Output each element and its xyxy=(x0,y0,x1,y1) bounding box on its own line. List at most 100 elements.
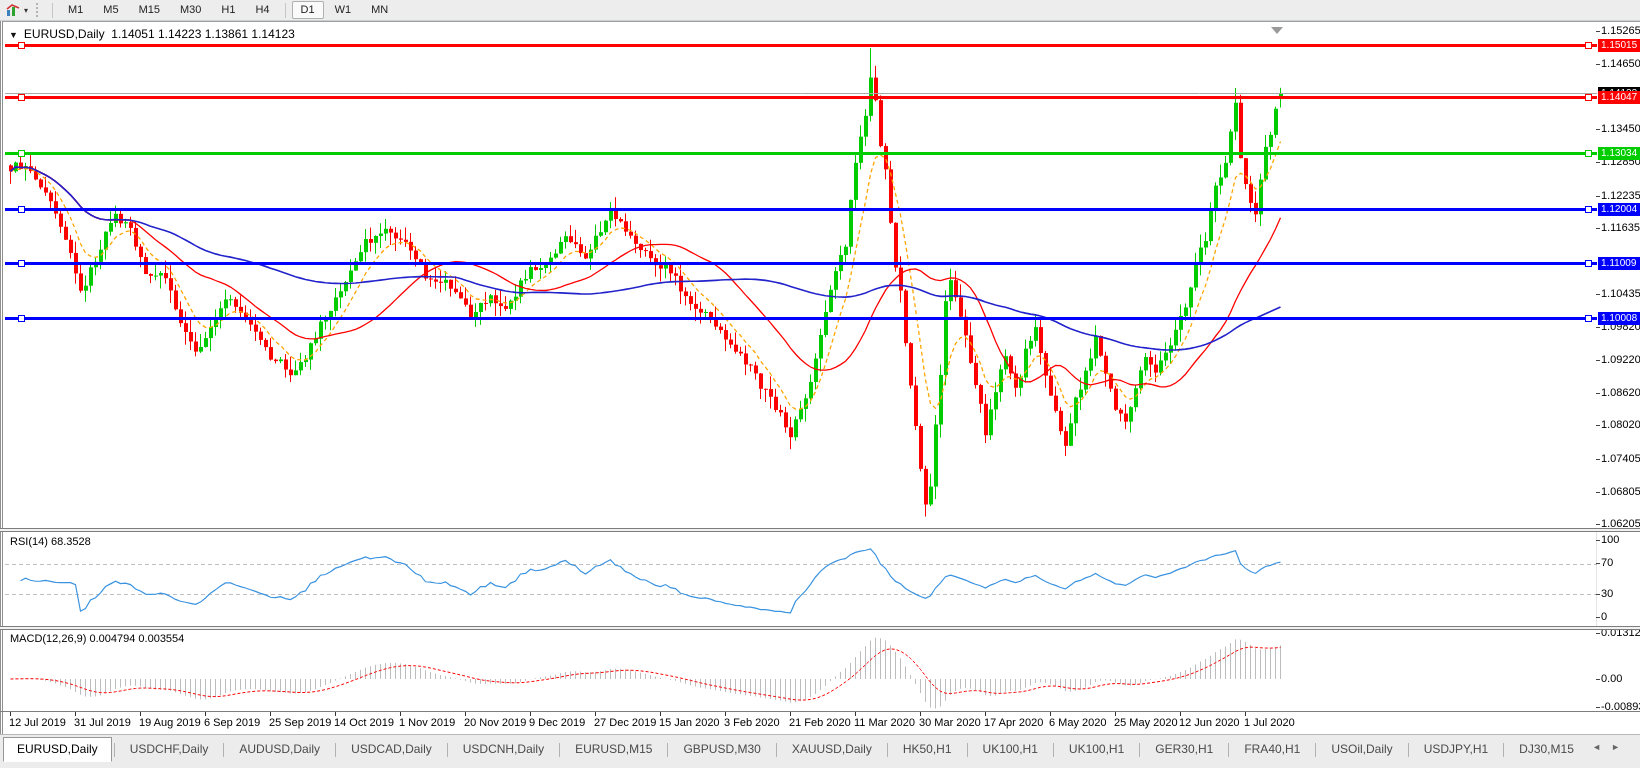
timeframe-button-m15[interactable]: M15 xyxy=(130,1,169,19)
chart-tools-icon[interactable] xyxy=(4,3,22,18)
tab-separator xyxy=(1503,743,1505,757)
date-axis-label: 6 May 2020 xyxy=(1049,717,1107,729)
tab-separator xyxy=(1315,743,1317,757)
date-axis-label: 12 Jul 2019 xyxy=(9,717,66,729)
date-tick xyxy=(660,712,661,716)
date-axis-label: 31 Jul 2019 xyxy=(74,717,131,729)
date-axis-label: 6 Sep 2019 xyxy=(204,717,261,729)
tab-separator xyxy=(886,743,888,757)
date-axis-label: 1 Jul 2020 xyxy=(1244,717,1295,729)
timeframe-button-d1[interactable]: D1 xyxy=(291,1,324,19)
date-axis-label: 27 Dec 2019 xyxy=(594,717,657,729)
rsi-header: RSI(14) 68.3528 xyxy=(10,536,91,548)
date-tick xyxy=(10,712,11,716)
date-axis-label: 19 Aug 2019 xyxy=(139,717,201,729)
chart-tab-gbpusd-m30[interactable]: GBPUSD,M30 xyxy=(670,738,773,761)
toolbar-separator xyxy=(52,2,54,18)
date-axis-label: 12 Jun 2020 xyxy=(1179,717,1240,729)
tab-separator xyxy=(113,743,115,757)
date-axis-label: 30 Mar 2020 xyxy=(919,717,981,729)
mt4-window: { "toolbar": { "timeframes": ["M1","M5",… xyxy=(0,0,1640,768)
price-axis-label: 1.08620 xyxy=(1596,386,1640,399)
chart-ohlc-values: 1.14051 1.14223 1.13861 1.14123 xyxy=(111,27,295,41)
main-price-chart[interactable] xyxy=(5,23,1597,528)
rsi-axis-label: 0 xyxy=(1595,610,1608,623)
price-tag-1.15015: 1.15015 xyxy=(1598,39,1640,52)
date-tick xyxy=(790,712,791,716)
date-tick xyxy=(75,712,76,716)
price-axis-label: 1.11635 xyxy=(1596,222,1640,235)
price-axis-label: 1.13450 xyxy=(1596,123,1640,136)
rsi-indicator-panel[interactable] xyxy=(5,532,1597,626)
tab-separator xyxy=(446,743,448,757)
chart-tab-usdcad-daily[interactable]: USDCAD,Daily xyxy=(338,738,445,761)
price-axis-label: 1.09220 xyxy=(1596,354,1640,367)
timeframe-button-h4[interactable]: H4 xyxy=(246,1,278,19)
date-tick xyxy=(595,712,596,716)
chart-tab-dj30-m15[interactable]: DJ30,M15 xyxy=(1506,738,1587,761)
date-tick xyxy=(465,712,466,716)
price-tag-1.11009: 1.11009 xyxy=(1598,257,1640,270)
date-tick xyxy=(920,712,921,716)
chart-tab-audusd-daily[interactable]: AUDUSD,Daily xyxy=(226,738,333,761)
panel-splitter-macd[interactable] xyxy=(0,626,1640,630)
date-axis-label: 14 Oct 2019 xyxy=(334,717,394,729)
chart-tab-xauusd-daily[interactable]: XAUUSD,Daily xyxy=(779,738,885,761)
panel-splitter-rsi[interactable] xyxy=(0,528,1640,532)
price-axis-label: 1.10435 xyxy=(1596,287,1640,300)
date-axis-label: 17 Apr 2020 xyxy=(984,717,1044,729)
price-tag-1.14047: 1.14047 xyxy=(1598,91,1640,104)
chart-tab-eurusd-daily[interactable]: EURUSD,Daily xyxy=(3,737,112,762)
chart-dropdown-icon[interactable]: ▼ xyxy=(9,30,18,40)
date-axis-label: 11 Mar 2020 xyxy=(854,717,915,729)
tab-separator xyxy=(1139,743,1141,757)
price-axis-label: 1.07405 xyxy=(1596,453,1640,466)
timeframe-button-m5[interactable]: M5 xyxy=(94,1,127,19)
tab-scroll-arrows: ◄► xyxy=(1592,742,1630,752)
date-tick xyxy=(1245,712,1246,716)
timeframe-button-m1[interactable]: M1 xyxy=(59,1,92,19)
date-tick xyxy=(1180,712,1181,716)
date-axis-label: 1 Nov 2019 xyxy=(399,717,456,729)
tab-scroll-right-button[interactable]: ► xyxy=(1611,742,1630,752)
date-axis-label: 15 Jan 2020 xyxy=(659,717,720,729)
chart-tab-usdchf-daily[interactable]: USDCHF,Daily xyxy=(117,738,222,761)
macd-indicator-panel[interactable] xyxy=(5,630,1597,711)
price-axis-label: 1.12235 xyxy=(1596,189,1640,202)
rsi-axis-label: 30 xyxy=(1595,587,1614,600)
chart-tab-usdjpy-h1[interactable]: USDJPY,H1 xyxy=(1411,738,1501,761)
top-toolbar: ▾ M1 M5 M15 M30 H1 H4 D1 W1 MN xyxy=(0,0,1640,21)
chart-tab-usoil-daily[interactable]: USOil,Daily xyxy=(1318,738,1405,761)
chart-tab-usdcnh-daily[interactable]: USDCNH,Daily xyxy=(450,738,557,761)
date-axis-label: 25 May 2020 xyxy=(1114,717,1178,729)
tab-separator xyxy=(559,743,561,757)
tab-separator xyxy=(335,743,337,757)
timeframe-button-w1[interactable]: W1 xyxy=(326,1,361,19)
macd-header: MACD(12,26,9) 0.004794 0.003554 xyxy=(10,633,185,645)
date-axis-label: 3 Feb 2020 xyxy=(724,717,780,729)
price-tag-1.12004: 1.12004 xyxy=(1598,203,1640,216)
date-axis-label: 20 Nov 2019 xyxy=(464,717,527,729)
toolbar-grip-handle[interactable] xyxy=(36,3,40,17)
timeframe-button-mn[interactable]: MN xyxy=(362,1,397,19)
chart-tab-hk50-h1[interactable]: HK50,H1 xyxy=(890,738,965,761)
chart-tab-uk100-h1[interactable]: UK100,H1 xyxy=(1056,738,1137,761)
date-tick xyxy=(985,712,986,716)
chart-tab-ger30-h1[interactable]: GER30,H1 xyxy=(1142,738,1226,761)
date-tick xyxy=(1050,712,1051,716)
rsi-axis-label: 70 xyxy=(1595,557,1614,569)
toolbar-dropdown-caret-icon[interactable]: ▾ xyxy=(24,3,28,18)
chart-tab-eurusd-m15[interactable]: EURUSD,M15 xyxy=(562,738,665,761)
timeframe-button-m30[interactable]: M30 xyxy=(171,1,210,19)
price-axis-label: 1.06805 xyxy=(1596,485,1640,498)
tab-separator xyxy=(966,743,968,757)
chart-shift-marker-icon xyxy=(1271,27,1283,34)
chart-tab-fra40-h1[interactable]: FRA40,H1 xyxy=(1231,738,1313,761)
timeframe-button-h1[interactable]: H1 xyxy=(212,1,244,19)
date-axis-border xyxy=(0,711,1640,712)
chart-tab-uk100-h1[interactable]: UK100,H1 xyxy=(970,738,1051,761)
price-axis-label: 1.08020 xyxy=(1596,419,1640,432)
date-tick xyxy=(335,712,336,716)
date-tick xyxy=(725,712,726,716)
tab-scroll-left-button[interactable]: ◄ xyxy=(1592,742,1611,752)
